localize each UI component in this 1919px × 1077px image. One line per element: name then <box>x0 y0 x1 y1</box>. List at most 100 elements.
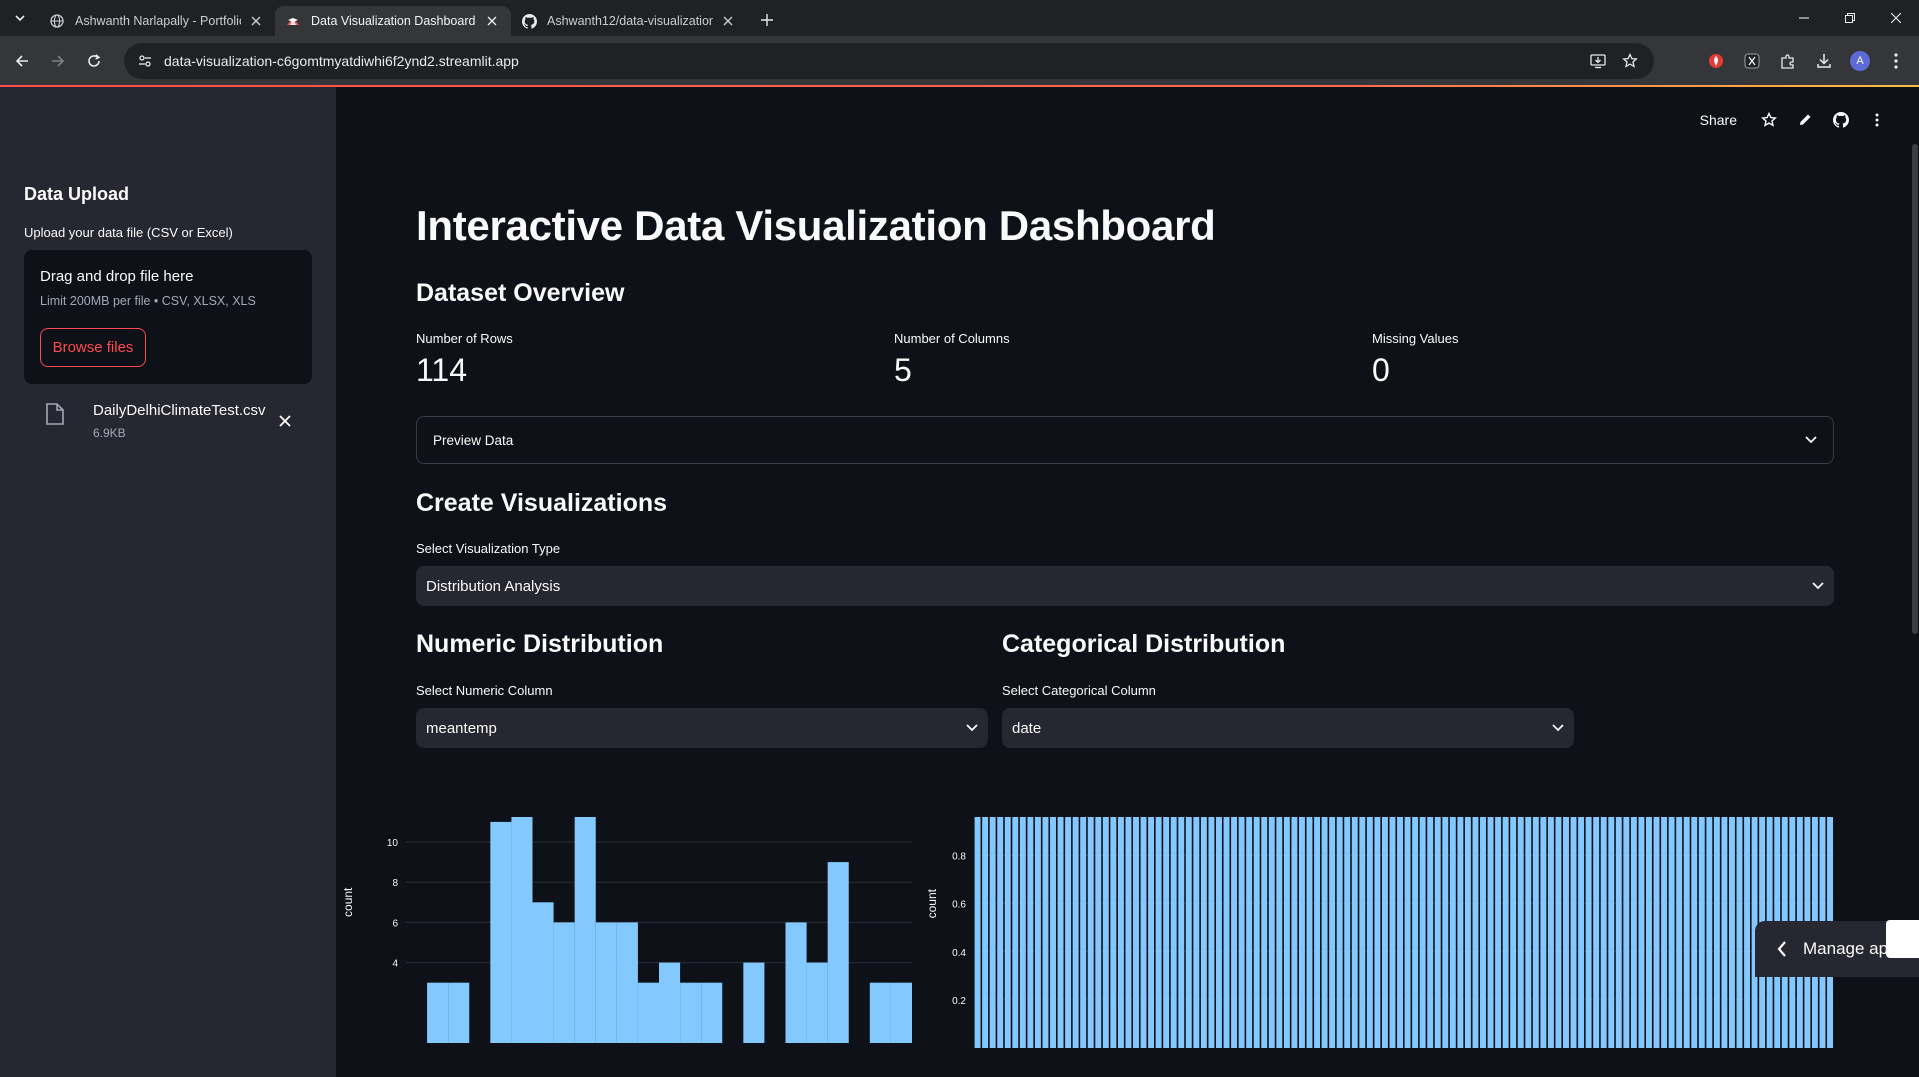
numeric-heading: Numeric Distribution <box>416 630 664 658</box>
category-bar <box>1291 817 1298 1048</box>
forward-button[interactable] <box>40 43 76 79</box>
histogram-bar <box>532 902 554 1043</box>
plus-icon <box>761 14 773 26</box>
back-button[interactable] <box>4 43 40 79</box>
category-bar <box>1102 817 1109 1048</box>
star-icon[interactable] <box>1755 106 1783 134</box>
viz-type-select[interactable]: Distribution Analysis <box>416 566 1834 606</box>
category-bar <box>1570 817 1577 1048</box>
category-bar <box>1351 817 1358 1048</box>
category-bar <box>1276 817 1283 1048</box>
histogram-bar <box>490 821 512 1043</box>
category-bar <box>1578 817 1585 1048</box>
chevron-down-icon <box>1805 436 1817 444</box>
browser-menu-icon[interactable] <box>1879 44 1913 78</box>
file-size: 6.9KB <box>93 426 126 440</box>
chevron-down-icon <box>1812 582 1824 590</box>
close-tab-icon[interactable] <box>247 12 265 30</box>
category-bar <box>1238 817 1245 1048</box>
share-button[interactable]: Share <box>1700 112 1737 128</box>
window-controls <box>1781 0 1919 36</box>
file-name: DailyDelhiClimateTest.csv <box>93 402 266 419</box>
category-bar <box>1306 817 1313 1048</box>
category-bar <box>1359 817 1366 1048</box>
install-app-icon[interactable] <box>1582 45 1614 77</box>
close-tab-icon[interactable] <box>719 12 737 30</box>
new-tab-button[interactable] <box>753 6 781 34</box>
create-viz-heading: Create Visualizations <box>416 489 668 517</box>
category-bar <box>1736 817 1743 1048</box>
close-tab-icon[interactable] <box>483 12 501 30</box>
category-bar <box>1728 817 1735 1048</box>
select-value: meantemp <box>426 719 497 737</box>
viz-type-label: Select Visualization Type <box>416 541 561 556</box>
reload-button[interactable] <box>76 43 112 79</box>
dropzone-title: Drag and drop file here <box>40 268 194 285</box>
category-bar <box>1615 817 1622 1048</box>
tab-search-button[interactable] <box>7 5 33 31</box>
category-bar <box>1004 817 1011 1048</box>
browser-toolbar: data-visualization-c6gomtmyatdiwhi6f2ynd… <box>0 36 1919 86</box>
remove-file-button[interactable] <box>273 409 297 433</box>
category-bar <box>1268 817 1275 1048</box>
categorical-column-select[interactable]: date <box>1002 708 1574 748</box>
profile-avatar[interactable]: A <box>1843 44 1877 78</box>
address-bar[interactable]: data-visualization-c6gomtmyatdiwhi6f2ynd… <box>124 43 1654 79</box>
metric-value-missing: 0 <box>1372 352 1390 388</box>
restore-button[interactable] <box>1827 0 1873 36</box>
histogram-bar <box>680 982 702 1043</box>
numeric-histogram-chart: 4681012count <box>341 817 912 1043</box>
close-window-button[interactable] <box>1873 0 1919 36</box>
category-bar <box>1261 817 1268 1048</box>
histogram-bar <box>743 962 765 1043</box>
side-panel-handle[interactable] <box>1886 920 1919 958</box>
category-bar <box>1608 817 1615 1048</box>
metric-label-missing: Missing Values <box>1372 331 1459 346</box>
file-dropzone[interactable]: Drag and drop file here Limit 200MB per … <box>24 250 312 384</box>
category-bar <box>1231 817 1238 1048</box>
category-bar <box>1253 817 1260 1048</box>
browser-extensions: A <box>1699 43 1913 79</box>
category-bar <box>1563 817 1569 1048</box>
github-icon[interactable] <box>1827 106 1855 134</box>
numeric-column-select[interactable]: meantemp <box>416 708 988 748</box>
tab-dashboard[interactable]: Data Visualization Dashboard - <box>275 6 511 36</box>
browse-files-button[interactable]: Browse files <box>40 328 146 367</box>
category-bar <box>1283 817 1290 1048</box>
minimize-button[interactable] <box>1781 0 1827 36</box>
github-icon <box>521 13 537 29</box>
chevron-down-icon <box>1552 724 1564 732</box>
category-bar <box>1034 817 1041 1048</box>
browser-tab-strip: Ashwanth Narlapally - Portfolio Data Vis… <box>0 0 1919 36</box>
category-bar <box>1208 817 1215 1048</box>
tab-title: Data Visualization Dashboard - <box>311 14 477 28</box>
scrollbar[interactable] <box>1912 144 1918 634</box>
y-tick-label: 0.6 <box>952 900 966 911</box>
histogram-bar <box>553 922 575 1043</box>
bookmark-star-icon[interactable] <box>1614 45 1646 77</box>
category-bar <box>1412 817 1419 1048</box>
category-bar <box>1510 817 1517 1048</box>
tab-github[interactable]: Ashwanth12/data-visualization <box>511 6 747 36</box>
preview-data-expander[interactable]: Preview Data <box>416 416 1834 464</box>
category-bar <box>1585 817 1592 1048</box>
category-bar <box>1125 817 1132 1048</box>
histogram-bar <box>616 922 638 1043</box>
y-tick-label: 4 <box>392 959 398 970</box>
extension-red-icon[interactable] <box>1699 44 1733 78</box>
extension-dark-icon[interactable] <box>1735 44 1769 78</box>
downloads-icon[interactable] <box>1807 44 1841 78</box>
extensions-puzzle-icon[interactable] <box>1771 44 1805 78</box>
histogram-bar <box>448 982 470 1043</box>
category-bar <box>1668 817 1675 1048</box>
category-bar <box>1366 817 1373 1048</box>
main-content: Share Interactive Data Visualization Das… <box>336 87 1919 1077</box>
tab-portfolio[interactable]: Ashwanth Narlapally - Portfolio <box>39 6 275 36</box>
chevron-left-icon <box>1777 941 1786 957</box>
category-bar <box>1080 817 1087 1048</box>
category-bar <box>1495 817 1502 1048</box>
category-bar <box>1646 817 1652 1048</box>
edit-pencil-icon[interactable] <box>1791 106 1819 134</box>
main-menu-icon[interactable] <box>1863 106 1891 134</box>
site-info-icon[interactable] <box>130 54 160 68</box>
